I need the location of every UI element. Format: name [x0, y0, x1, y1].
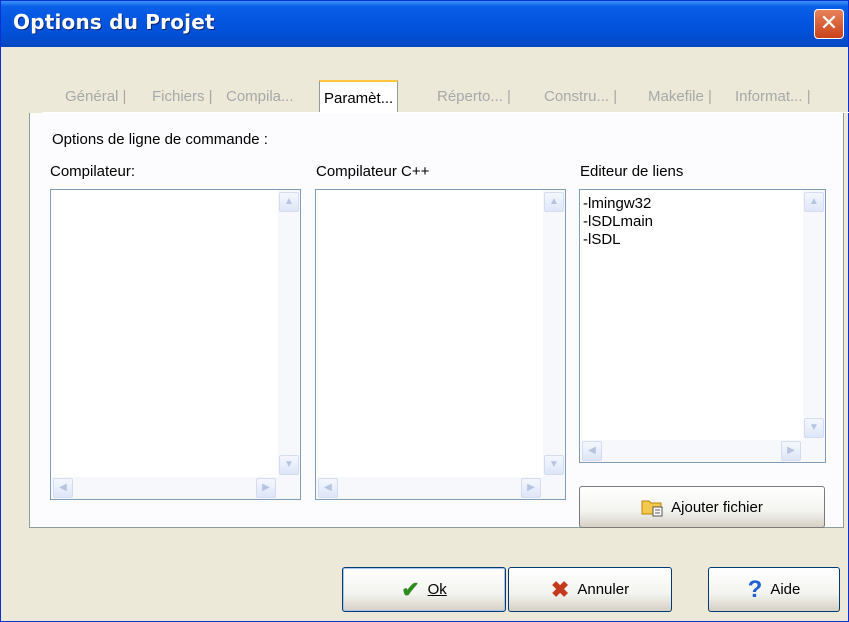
ok-label: Ok — [427, 581, 447, 598]
check-icon: ✔ — [401, 576, 420, 602]
help-button[interactable]: ? Aide — [708, 567, 840, 612]
compiler-options-textarea[interactable]: ▲ ▼ ◀ ▶ — [50, 189, 301, 500]
scroll-down-icon[interactable]: ▼ — [279, 455, 299, 475]
scroll-left-icon[interactable]: ◀ — [53, 478, 73, 498]
ok-button[interactable]: ✔ Ok — [342, 567, 506, 612]
tab-parametres[interactable]: Paramèt... — [319, 80, 399, 113]
scroll-left-icon[interactable]: ◀ — [318, 478, 338, 498]
scroll-down-icon[interactable]: ▼ — [544, 455, 564, 475]
tab-informations[interactable]: Informat... | — [735, 83, 811, 113]
tab-repertoires[interactable]: Réperto... | — [437, 83, 511, 113]
command-line-heading: Options de ligne de commande : — [52, 131, 268, 148]
cpp-compiler-options-textarea[interactable]: ▲ ▼ ◀ ▶ — [315, 189, 566, 500]
tab-strip: Général | Fichiers | Compila... Paramèt.… — [45, 80, 847, 113]
dialog-window: Options du Projet ✕ Général | Fichiers |… — [0, 0, 849, 622]
cpp-compiler-label: Compilateur C++ — [316, 163, 430, 180]
tab-construction[interactable]: Constru... | — [544, 83, 617, 113]
linker-horizontal-scrollbar[interactable]: ◀ ▶ — [580, 440, 825, 462]
compiler-horizontal-scrollbar[interactable]: ◀ ▶ — [51, 477, 300, 499]
scroll-up-icon[interactable]: ▲ — [544, 192, 564, 212]
folder-icon — [641, 497, 663, 517]
tab-general[interactable]: Général | — [65, 83, 126, 113]
tab-makefile[interactable]: Makefile | — [648, 83, 712, 113]
cpp-vertical-scrollbar[interactable]: ▲ ▼ — [543, 190, 565, 477]
cpp-horizontal-scrollbar[interactable]: ◀ ▶ — [316, 477, 565, 499]
linker-options-textarea[interactable]: -lmingw32 -lSDLmain -lSDL ▲ ▼ ◀ ▶ — [579, 189, 826, 463]
cancel-label: Annuler — [577, 581, 630, 598]
linker-vertical-scrollbar[interactable]: ▲ ▼ — [803, 190, 825, 440]
scroll-up-icon[interactable]: ▲ — [279, 192, 299, 212]
scroll-up-icon[interactable]: ▲ — [804, 192, 824, 212]
help-icon: ? — [747, 575, 763, 603]
scroll-left-icon[interactable]: ◀ — [582, 441, 602, 461]
close-button[interactable]: ✕ — [814, 9, 844, 39]
cancel-button[interactable]: ✖ Annuler — [508, 567, 672, 612]
parameters-panel: Options de ligne de commande : Compilate… — [29, 113, 844, 528]
tab-compilateur[interactable]: Compila... — [226, 83, 294, 113]
close-icon: ✕ — [819, 11, 839, 36]
tab-fichiers[interactable]: Fichiers | — [152, 83, 213, 113]
window-title: Options du Projet — [13, 10, 215, 34]
scroll-down-icon[interactable]: ▼ — [804, 418, 824, 438]
scroll-right-icon[interactable]: ▶ — [781, 441, 801, 461]
scroll-right-icon[interactable]: ▶ — [256, 478, 276, 498]
cross-icon: ✖ — [550, 576, 570, 602]
compiler-vertical-scrollbar[interactable]: ▲ ▼ — [278, 190, 300, 477]
linker-options-text: -lmingw32 -lSDLmain -lSDL — [583, 195, 654, 248]
compiler-label: Compilateur: — [50, 163, 136, 180]
linker-label: Editeur de liens — [580, 163, 684, 180]
add-file-label: Ajouter fichier — [671, 498, 763, 516]
help-label: Aide — [770, 581, 801, 598]
scroll-right-icon[interactable]: ▶ — [521, 478, 541, 498]
title-bar[interactable]: Options du Projet ✕ — [1, 1, 848, 47]
add-file-button[interactable]: Ajouter fichier — [579, 486, 825, 528]
